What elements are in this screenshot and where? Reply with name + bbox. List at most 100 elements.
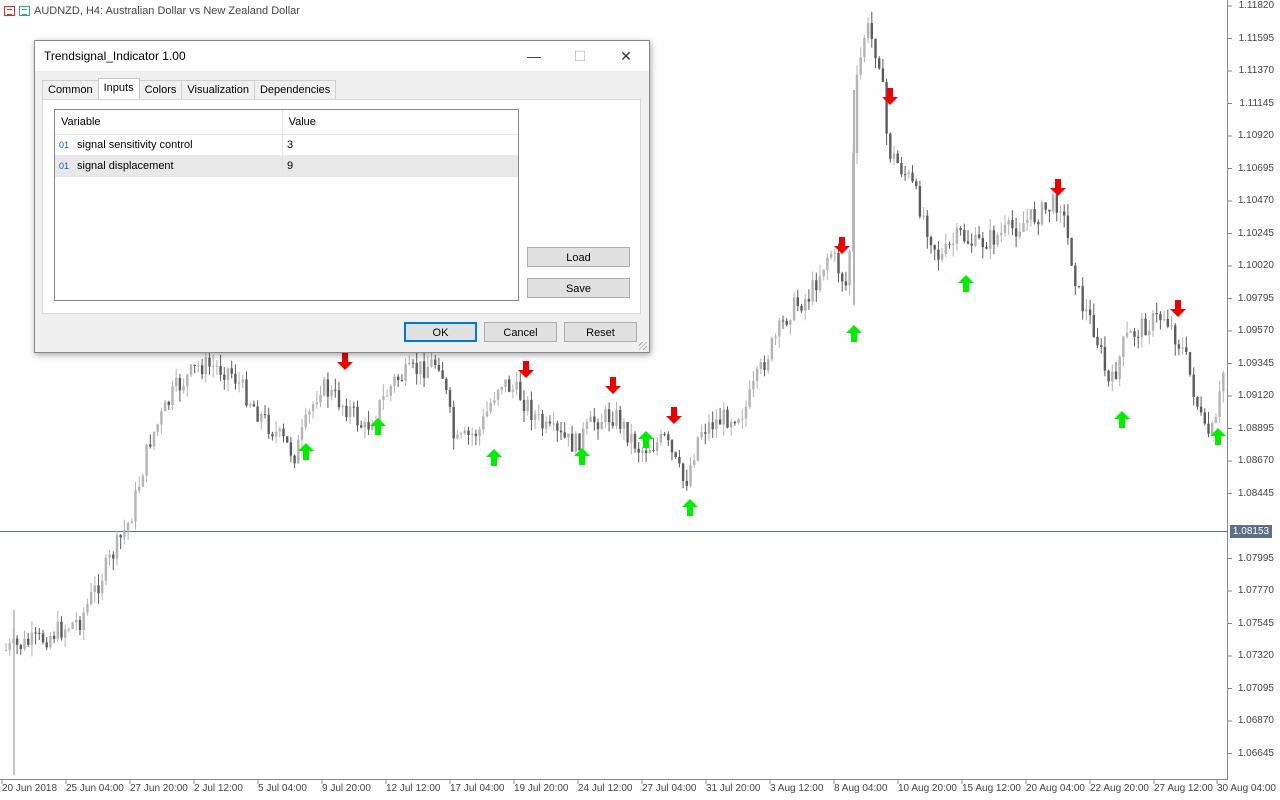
candle-body	[570, 433, 574, 452]
ok-button[interactable]: OK	[404, 322, 477, 342]
column-header-variable[interactable]: Variable	[55, 110, 283, 134]
candle-body	[104, 557, 108, 582]
table-row[interactable]: 01 signal displacement 9	[55, 156, 518, 177]
candle-body	[1074, 265, 1077, 287]
candle-body	[282, 428, 285, 437]
candle-body	[1129, 331, 1132, 333]
price-tick-label: 1.09120	[1237, 390, 1274, 401]
buy-arrow-icon	[846, 325, 862, 342]
candle-body	[870, 23, 873, 39]
integer-type-icon: 01	[59, 161, 70, 171]
candle-body	[463, 430, 466, 434]
candle-body	[681, 463, 685, 481]
candle-body	[193, 364, 196, 366]
candle-body	[204, 357, 207, 375]
load-button[interactable]: Load	[527, 247, 630, 267]
candle-body	[622, 421, 626, 429]
value-field[interactable]: 9	[283, 156, 518, 176]
candle-body	[955, 228, 959, 244]
candle-body	[119, 535, 122, 538]
candle-body	[611, 422, 614, 426]
candle-body	[378, 399, 381, 421]
variable-name: signal sensitivity control	[77, 139, 193, 151]
candle-body	[685, 480, 688, 486]
candle-body	[411, 362, 415, 364]
candle-body	[778, 320, 781, 337]
candle-body	[519, 381, 522, 400]
candle-body	[759, 362, 762, 369]
candle-body	[689, 464, 692, 486]
candle-body	[1170, 325, 1173, 327]
candle-body	[78, 619, 82, 631]
tab-dependencies[interactable]: Dependencies	[253, 80, 337, 99]
candle-body	[289, 442, 293, 456]
candle-body	[1055, 194, 1058, 213]
candle-body	[992, 230, 996, 245]
candle-body	[189, 364, 193, 375]
candle-body	[1162, 318, 1166, 321]
candle-body	[563, 432, 566, 438]
candle-body	[652, 450, 655, 452]
candle-body	[811, 280, 814, 302]
candle-body	[271, 433, 274, 437]
candle-body	[71, 622, 74, 629]
candle-body	[1044, 202, 1047, 210]
tab-visualization[interactable]: Visualization	[181, 80, 255, 99]
dialog-titlebar[interactable]: Trendsignal_Indicator 1.00 — ☐ ✕	[35, 41, 649, 71]
candle-body	[848, 251, 851, 286]
candle-body	[56, 621, 59, 639]
candle-body	[167, 401, 170, 406]
candle-body	[1070, 237, 1073, 266]
candle-body	[200, 365, 204, 375]
candle-body	[918, 186, 922, 217]
candle-body	[496, 389, 500, 401]
candle-body	[726, 409, 729, 428]
candle-body	[881, 68, 885, 82]
variable-cell: 01 signal displacement	[55, 156, 284, 176]
candle-body	[807, 298, 811, 302]
candle-body	[607, 409, 611, 423]
candle-body	[41, 633, 45, 643]
reset-button[interactable]: Reset	[564, 322, 637, 342]
candle-body	[1196, 397, 1199, 407]
sell-arrow-icon	[1170, 300, 1186, 317]
column-header-value[interactable]: Value	[283, 110, 518, 134]
candle-body	[1151, 313, 1155, 331]
candle-body	[197, 365, 200, 367]
resize-grip[interactable]	[639, 342, 647, 350]
tab-inputs[interactable]: Inputs	[97, 78, 140, 99]
candle-body	[1092, 314, 1095, 337]
candle-body	[915, 181, 918, 187]
table-row[interactable]: 01 signal sensitivity control 3	[55, 135, 518, 156]
candle-body	[308, 411, 311, 415]
candle-body	[826, 257, 829, 270]
candle-body	[334, 389, 337, 391]
candle-body	[1096, 336, 1099, 346]
date-tick-label: 20 Aug 04:00	[1026, 783, 1085, 794]
candle-body	[578, 433, 581, 451]
candle-body	[186, 374, 189, 387]
tab-colors[interactable]: Colors	[138, 80, 183, 99]
candle-body	[667, 434, 670, 441]
candle-body	[763, 362, 766, 371]
candle-body	[45, 642, 48, 648]
candle-body	[1077, 286, 1081, 288]
price-tick-label: 1.10470	[1237, 195, 1274, 206]
candle-body	[989, 230, 992, 249]
candle-body	[160, 411, 163, 425]
candle-body	[38, 632, 41, 634]
date-tick-label: 25 Jun 04:00	[66, 783, 124, 794]
candle-body	[752, 380, 755, 390]
candle-body	[330, 389, 333, 397]
tab-common[interactable]: Common	[42, 80, 99, 99]
save-button[interactable]: Save	[527, 278, 630, 298]
chart-window-icon	[4, 6, 15, 16]
buy-arrow-icon	[298, 443, 314, 460]
cancel-button[interactable]: Cancel	[484, 322, 557, 342]
value-field[interactable]: 3	[283, 135, 518, 155]
candle-body	[138, 486, 141, 491]
date-tick-label: 10 Aug 20:00	[898, 783, 957, 794]
minimize-button[interactable]: —	[511, 41, 557, 71]
close-button[interactable]: ✕	[603, 41, 649, 71]
candle-body	[1218, 391, 1221, 417]
